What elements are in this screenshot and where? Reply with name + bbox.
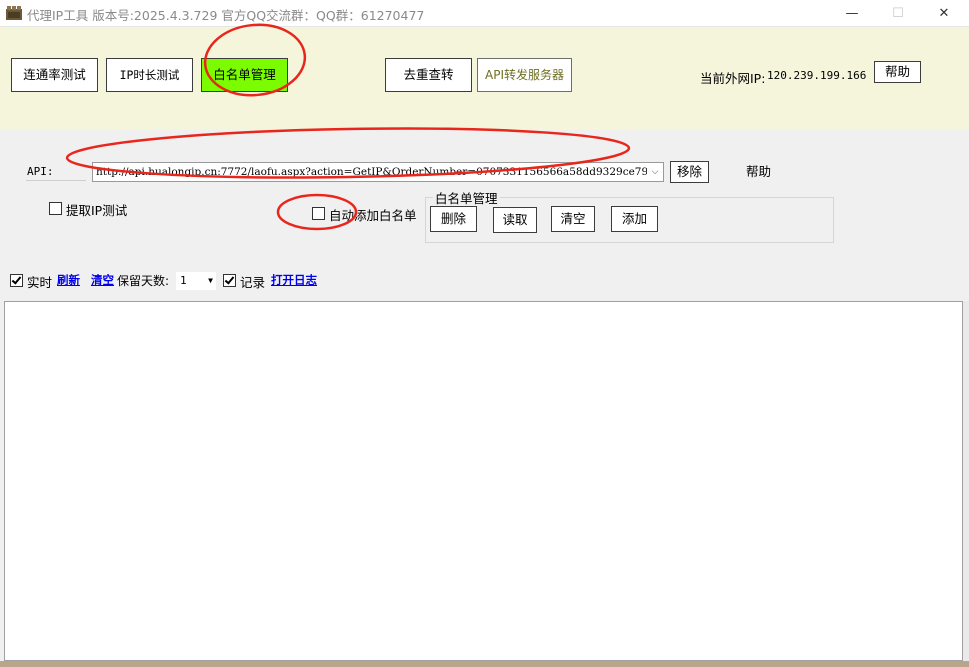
minimize-icon: —: [845, 6, 859, 21]
current-ip-label: 当前外网IP:: [700, 71, 766, 86]
chevron-down-icon[interactable]: ⌵: [647, 163, 663, 181]
log-output-area[interactable]: [4, 301, 963, 661]
remove-button[interactable]: 移除: [670, 161, 709, 183]
ip-duration-test-button[interactable]: IP时长测试: [106, 58, 193, 92]
api-url-value: http://api.hualongip.cn:7772/laofu.aspx?…: [96, 166, 655, 178]
help-button[interactable]: 帮助: [874, 61, 921, 83]
dropdown-arrow-icon: ▼: [208, 276, 213, 285]
retain-days-label: 保留天数:: [117, 274, 170, 288]
retain-days-value: 1: [180, 274, 187, 287]
refresh-link[interactable]: 刷新: [57, 272, 80, 288]
right-edge-strip: [963, 301, 969, 667]
record-checkbox[interactable]: [223, 274, 236, 287]
title-bar: 代理IP工具 版本号:2025.4.3.729 官方QQ交流群：QQ群：6127…: [0, 0, 969, 27]
read-button[interactable]: 读取: [493, 207, 537, 233]
dedup-button[interactable]: 去重查转: [385, 58, 472, 92]
whitelist-group-title: 白名单管理: [433, 188, 500, 207]
clear-button[interactable]: 清空: [551, 206, 595, 232]
whitelist-management-button[interactable]: 白名单管理: [201, 58, 288, 92]
close-icon: ✕: [938, 6, 950, 21]
api-label: API:: [27, 165, 54, 178]
retain-days-select[interactable]: 1 ▼: [176, 272, 216, 290]
minimize-button[interactable]: —: [829, 0, 875, 26]
record-label: 记录: [240, 275, 266, 290]
current-ip-value: 120.239.199.166: [767, 69, 867, 82]
maximize-icon: ☐: [892, 6, 904, 21]
bottom-edge-strip: [0, 661, 969, 667]
realtime-checkbox[interactable]: [10, 274, 23, 287]
extract-ip-test-checkbox[interactable]: [49, 202, 62, 215]
extract-ip-test-label: 提取IP测试: [66, 203, 128, 218]
api-url-combobox[interactable]: http://api.hualongip.cn:7772/laofu.aspx?…: [92, 162, 664, 182]
api-help-text[interactable]: 帮助: [746, 161, 771, 180]
open-log-link[interactable]: 打开日志: [271, 272, 317, 288]
app-icon: [6, 6, 22, 20]
api-forward-server-button[interactable]: API转发服务器: [477, 58, 572, 92]
maximize-button[interactable]: ☐: [875, 0, 921, 26]
top-toolbar: 连通率测试 IP时长测试 白名单管理 去重查转 API转发服务器 当前外网IP:…: [0, 27, 969, 130]
clear-log-link[interactable]: 清空: [91, 272, 114, 288]
api-label-underline: [26, 180, 86, 181]
window-title: 代理IP工具 版本号:2025.4.3.729 官方QQ交流群：QQ群：6127…: [27, 8, 425, 23]
add-button[interactable]: 添加: [611, 206, 658, 232]
auto-whitelist-label: 自动添加白名单: [329, 208, 417, 223]
close-button[interactable]: ✕: [921, 0, 967, 26]
auto-whitelist-checkbox[interactable]: [312, 207, 325, 220]
realtime-label: 实时: [27, 275, 53, 290]
connectivity-test-button[interactable]: 连通率测试: [11, 58, 98, 92]
delete-button[interactable]: 删除: [430, 206, 477, 232]
